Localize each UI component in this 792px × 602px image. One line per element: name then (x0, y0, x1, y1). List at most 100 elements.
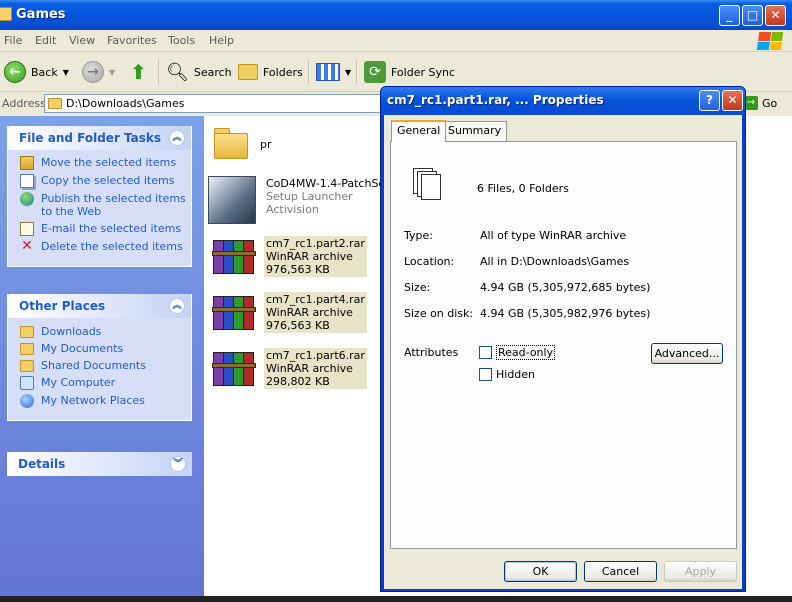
menu-view[interactable]: View (69, 34, 95, 47)
folder-icon (20, 326, 34, 338)
window-title: Games (16, 7, 66, 22)
address-label: Address (2, 97, 46, 110)
checkbox-box[interactable] (479, 346, 492, 359)
dialog-title: cm7_rc1.part1.rar, ... Properties (387, 93, 604, 107)
network-icon (20, 394, 34, 408)
envelope-icon (20, 222, 34, 236)
dialog-body: General Summary 6 Files, 0 Folders Type:… (384, 115, 742, 589)
chevron-down-icon[interactable]: ▼ (345, 68, 351, 77)
file-folder-tasks-header[interactable]: File and Folder Tasks ︽ (8, 126, 191, 150)
folders-button[interactable]: Folders (238, 60, 303, 84)
file-name: cm7_rc1.part6.rar (266, 349, 365, 362)
place-downloads[interactable]: Downloads (20, 325, 191, 338)
views-icon (316, 63, 340, 81)
menu-tools[interactable]: Tools (168, 34, 195, 47)
forward-arrow-icon: → (82, 61, 104, 83)
file-size: 976,563 KB (266, 263, 330, 276)
up-button[interactable]: ⬆ (130, 60, 147, 84)
menu-edit[interactable]: Edit (35, 34, 56, 47)
help-button[interactable]: ? (699, 90, 720, 111)
search-button[interactable]: 🔍︎ Search (166, 60, 232, 84)
back-label: Back (31, 65, 58, 79)
menu-help[interactable]: Help (209, 34, 234, 47)
properties-dialog: cm7_rc1.part1.rar, ... Properties ? ✕ Ge… (380, 86, 746, 592)
size-on-disk-label: Size on disk: (404, 307, 474, 320)
folders-label: Folders (263, 65, 303, 79)
list-item[interactable]: cm7_rc1.part6.rar WinRAR archive 298,802… (212, 348, 367, 389)
chevron-down-icon[interactable]: ▼ (109, 68, 115, 77)
minimize-button[interactable]: _ (719, 5, 740, 26)
file-type: WinRAR archive (266, 250, 353, 263)
menu-file[interactable]: File (4, 34, 22, 47)
task-copy[interactable]: Copy the selected items (20, 174, 191, 188)
task-email[interactable]: E-mail the selected items (20, 222, 191, 236)
close-button[interactable]: ✕ (765, 5, 786, 26)
panel-title: File and Folder Tasks (19, 131, 162, 145)
globe-icon (20, 192, 34, 206)
search-label: Search (193, 65, 232, 79)
hidden-label: Hidden (496, 368, 536, 381)
checkbox-box[interactable] (479, 368, 492, 381)
other-places-header[interactable]: Other Places ︽ (8, 294, 191, 318)
maximize-button[interactable]: □ (742, 5, 763, 26)
folder-icon (212, 124, 250, 160)
forward-button[interactable]: → ▼ (82, 60, 115, 84)
sync-icon: ⟳ (364, 61, 386, 83)
place-network[interactable]: My Network Places (20, 394, 191, 408)
task-publish[interactable]: Publish the selected items to the Web (20, 192, 191, 218)
dialog-close-button[interactable]: ✕ (722, 90, 743, 111)
place-my-computer[interactable]: My Computer (20, 376, 191, 390)
details-panel: Details ︾ (7, 452, 192, 476)
folder-icon (48, 98, 62, 109)
dialog-titlebar[interactable]: cm7_rc1.part1.rar, ... Properties ? ✕ (381, 87, 745, 115)
readonly-checkbox[interactable]: Read-only (479, 345, 556, 360)
cancel-button[interactable]: Cancel (584, 561, 657, 582)
folder-icon (0, 7, 12, 21)
size-label: Size: (404, 281, 431, 294)
winrar-archive-icon (212, 348, 256, 386)
list-item[interactable]: cm7_rc1.part2.rar WinRAR archive 976,563… (212, 236, 367, 277)
back-button[interactable]: ← Back ▼ (4, 60, 69, 84)
go-button[interactable]: → Go (744, 96, 777, 110)
chevron-down-icon[interactable]: ▼ (63, 68, 69, 77)
ok-button[interactable]: OK (504, 561, 577, 582)
go-arrow-icon: → (744, 96, 758, 110)
file-type: WinRAR archive (266, 362, 353, 375)
views-button[interactable]: ▼ (316, 60, 351, 84)
readonly-label: Read-only (496, 345, 556, 360)
winrar-archive-icon (212, 292, 256, 330)
computer-icon (20, 376, 34, 390)
file-name: cm7_rc1.part2.rar (266, 237, 365, 250)
summary-count: 6 Files, 0 Folders (477, 182, 569, 195)
file-name: cm7_rc1.part4.rar (266, 293, 365, 306)
setup-launcher-icon (208, 176, 256, 224)
list-item[interactable]: cm7_rc1.part4.rar WinRAR archive 976,563… (212, 292, 367, 333)
collapse-chevron-icon[interactable]: ︽ (169, 130, 185, 146)
copy-icon (20, 174, 34, 188)
expand-chevron-icon[interactable]: ︾ (170, 456, 186, 472)
hidden-checkbox[interactable]: Hidden (479, 368, 535, 381)
other-places-panel: Other Places ︽ Downloads My Documents Sh… (7, 294, 192, 421)
menu-bar: File Edit View Favorites Tools Help (0, 30, 792, 52)
window-titlebar[interactable]: Games _ □ ✕ (0, 0, 792, 30)
task-move[interactable]: Move the selected items (20, 156, 191, 170)
menu-favorites[interactable]: Favorites (107, 34, 157, 47)
place-my-documents[interactable]: My Documents (20, 342, 191, 355)
advanced-button[interactable]: Advanced... (651, 343, 723, 364)
location-value: All in D:\Downloads\Games (480, 255, 630, 268)
folder-sync-button[interactable]: ⟳ Folder Sync (364, 60, 455, 84)
list-item[interactable]: pr (212, 124, 274, 160)
apply-button[interactable]: Apply (664, 561, 737, 582)
list-item[interactable]: CoD4MW-1.4-PatchSetup Setup Launcher Act… (208, 176, 405, 224)
task-delete[interactable]: ✕ Delete the selected items (20, 239, 191, 254)
place-shared-documents[interactable]: Shared Documents (20, 359, 191, 372)
folder-icon (20, 360, 34, 372)
search-icon: 🔍︎ (166, 61, 189, 83)
address-input[interactable]: D:\Downloads\Games (44, 94, 384, 113)
collapse-chevron-icon[interactable]: ︽ (169, 298, 185, 314)
tab-summary[interactable]: Summary (442, 121, 508, 141)
up-folder-icon: ⬆ (130, 60, 147, 84)
details-header[interactable]: Details ︾ (7, 452, 192, 476)
tab-general[interactable]: General (391, 120, 447, 142)
file-type: WinRAR archive (266, 306, 353, 319)
